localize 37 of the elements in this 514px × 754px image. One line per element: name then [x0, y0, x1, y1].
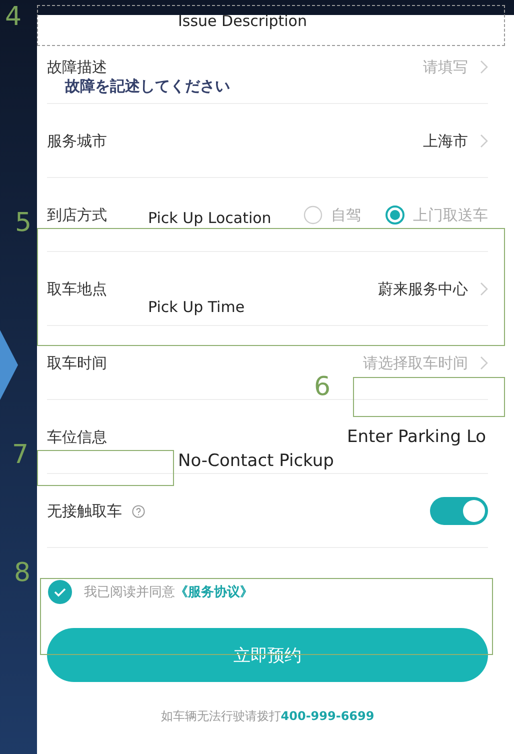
chevron-right-icon — [480, 356, 488, 370]
annotation-number: 6 — [314, 374, 331, 400]
footer-text: 如车辆无法行驶请拨打400-999-6699 — [160, 708, 376, 725]
toggle-switch[interactable] — [430, 497, 488, 525]
row-label: 到店方式 — [47, 206, 107, 224]
help-icon[interactable] — [132, 504, 145, 518]
row-label: 取车时间 — [47, 354, 107, 372]
annotation-caption: Enter Parking Lo — [347, 427, 486, 448]
row-value[interactable]: 蔚来服务中心 — [378, 280, 468, 298]
row-label: 服务城市 — [47, 132, 107, 150]
row-value[interactable]: 请填写 — [423, 58, 468, 76]
annotation-number: 8 — [14, 560, 31, 586]
row-label: 无接触取车 — [47, 502, 122, 520]
row-value[interactable]: 请选择取车时间 — [363, 354, 468, 372]
annotation-number: 4 — [5, 4, 22, 30]
annotation-caption: Issue Description — [178, 12, 307, 30]
chevron-shape — [0, 330, 20, 400]
annotation-caption: No-Contact Pickup — [178, 451, 334, 472]
chevron-right-icon — [480, 60, 488, 74]
chevron-right-icon — [480, 134, 488, 148]
row-label: 取车地点 — [47, 280, 107, 298]
annotation-number: 7 — [12, 442, 29, 468]
agreement-text: 我已阅读并同意《服务协议》 — [84, 584, 253, 601]
annotation-number: 5 — [15, 210, 32, 236]
radio-icon — [385, 205, 405, 225]
chevron-right-icon — [480, 282, 488, 296]
row-value[interactable]: 上海市 — [423, 132, 468, 150]
service-agreement-link[interactable]: 《服务协议》 — [175, 585, 253, 600]
row-label: 故障描述 — [47, 58, 107, 76]
annotation-caption: Pick Up Time — [148, 298, 245, 316]
annotation-caption: 故障を記述してください — [65, 77, 230, 95]
annotation-caption: Pick Up Location — [148, 209, 272, 227]
row-label: 车位信息 — [47, 428, 107, 446]
radio-option[interactable]: 上门取送车 — [385, 205, 488, 225]
radio-icon — [303, 205, 323, 225]
radio-option[interactable]: 自驾 — [303, 205, 361, 225]
checkbox[interactable] — [48, 580, 72, 604]
